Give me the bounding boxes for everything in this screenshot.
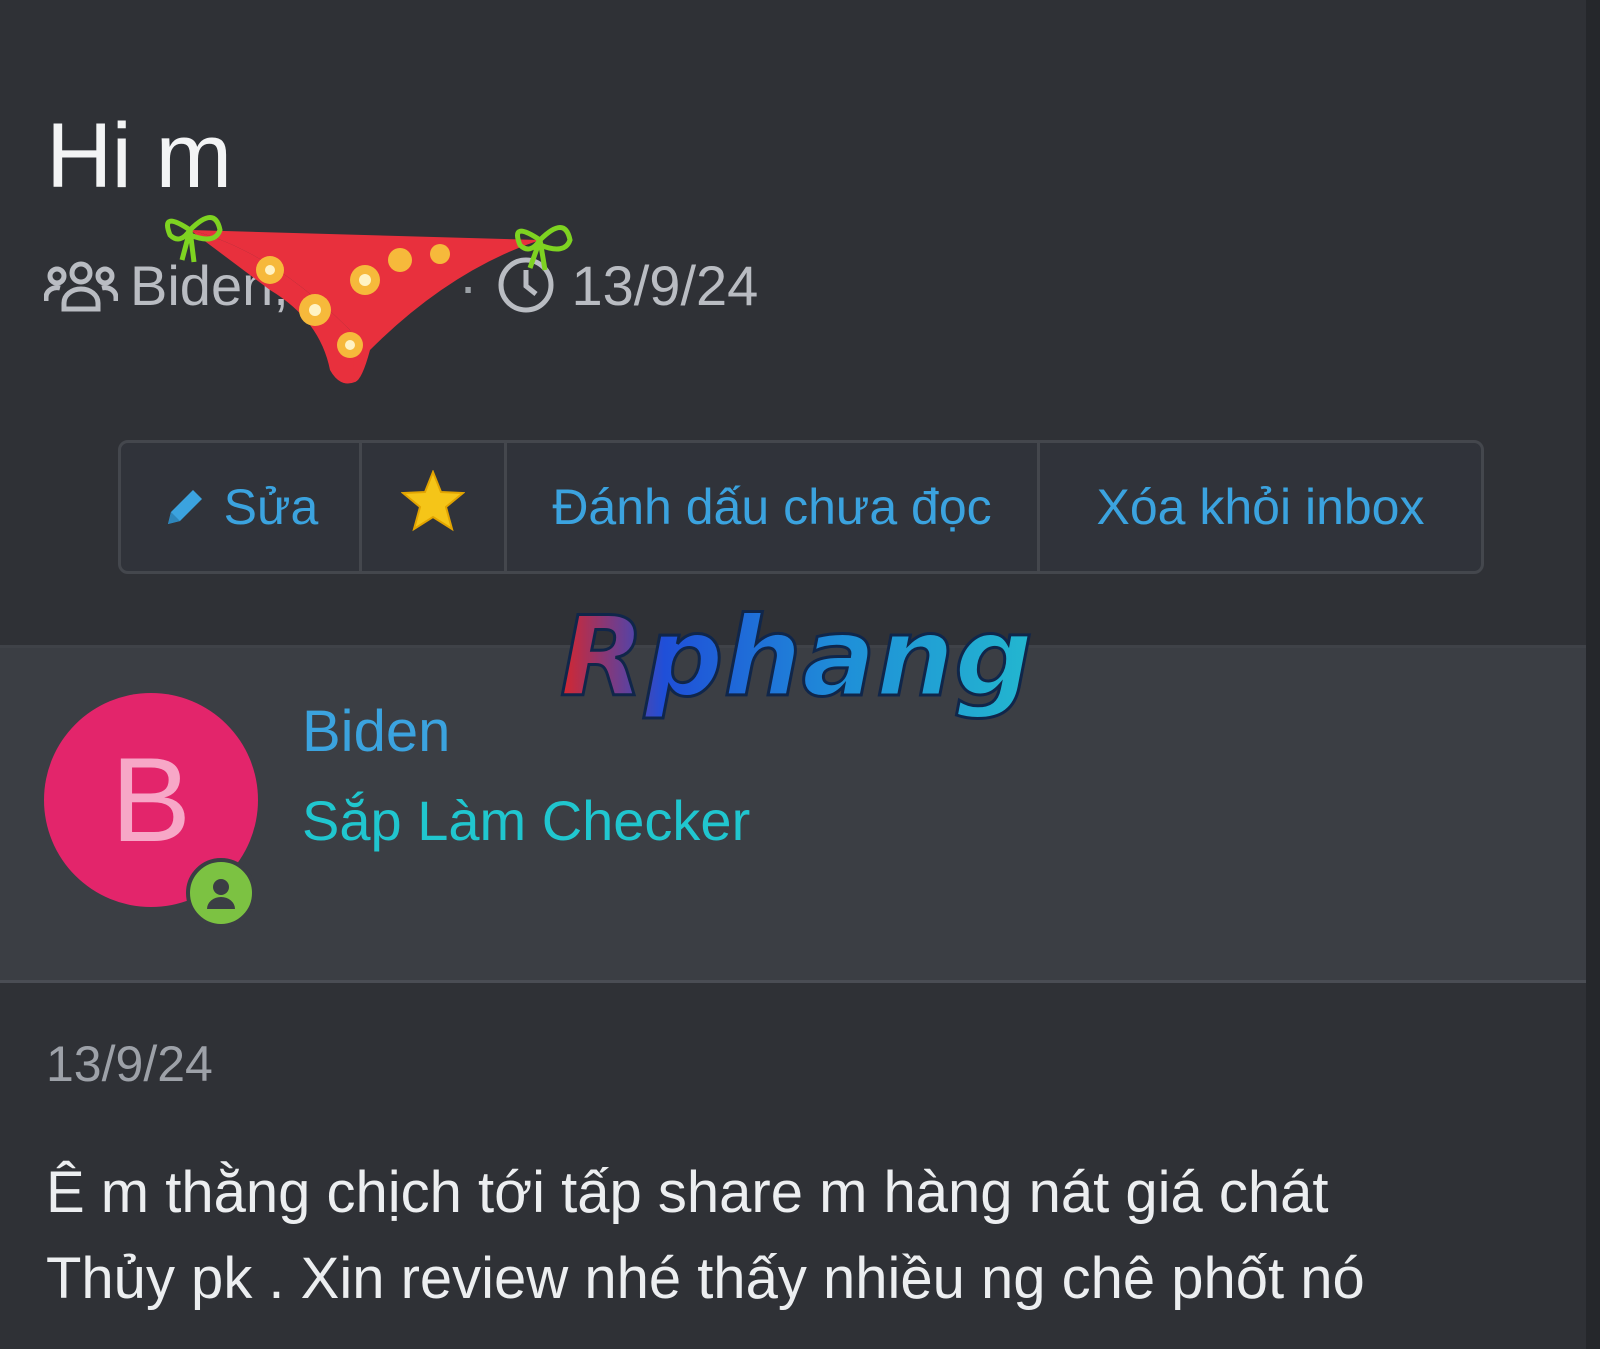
conversation-actions: Sửa Đánh dấu chưa đọc Xóa khỏi inbox xyxy=(118,440,1484,574)
svg-text:Rphang: Rphang xyxy=(560,600,1033,721)
star-icon xyxy=(400,469,466,544)
bikini-sticker xyxy=(150,210,590,390)
message-date: 13/9/24 xyxy=(46,1036,213,1092)
pencil-icon xyxy=(162,484,208,530)
edit-button[interactable]: Sửa xyxy=(121,443,362,571)
avatar-letter: B xyxy=(110,733,192,867)
author-name[interactable]: Biden xyxy=(302,698,450,765)
message-body: Ê m thằng chịch tới tấp share m hàng nát… xyxy=(46,1150,1546,1322)
watermark-logo: Rphang xyxy=(559,592,1040,740)
users-icon xyxy=(44,257,118,313)
star-button[interactable] xyxy=(362,443,507,571)
right-edge xyxy=(1586,0,1600,1349)
message-line: Ê m thằng chịch tới tấp share m hàng nát… xyxy=(46,1160,1329,1225)
remove-from-inbox-button[interactable]: Xóa khỏi inbox xyxy=(1040,443,1481,571)
edit-label: Sửa xyxy=(223,479,319,535)
conversation-title: Hi m xyxy=(46,105,232,207)
mark-unread-button[interactable]: Đánh dấu chưa đọc xyxy=(507,443,1040,571)
message-line: Thủy pk . Xin review nhé thấy nhiều ng c… xyxy=(46,1246,1365,1311)
conversation-date: 13/9/24 xyxy=(571,253,759,317)
user-title: Sắp Làm Checker xyxy=(302,789,751,852)
user-online-icon xyxy=(186,858,256,928)
